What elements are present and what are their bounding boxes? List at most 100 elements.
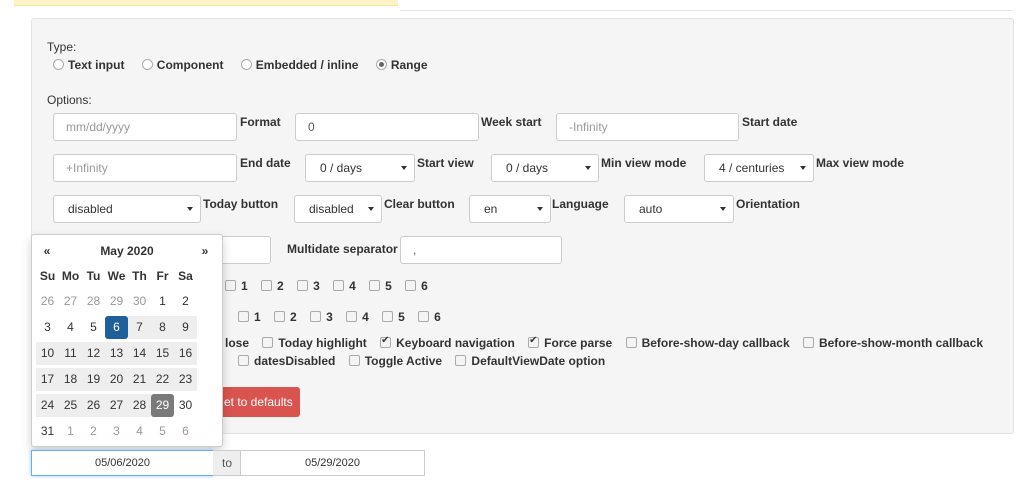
- dow-disabled-3[interactable]: 3: [297, 279, 320, 293]
- calendar-day[interactable]: 16: [174, 342, 197, 365]
- dow-disabled-2[interactable]: 2: [261, 279, 284, 293]
- checkbox-icon[interactable]: [262, 337, 274, 348]
- type-option-range[interactable]: Range: [375, 58, 428, 72]
- clear-button-select[interactable]: disabled: [294, 195, 382, 223]
- dow-highlighted-2[interactable]: 2: [274, 310, 297, 324]
- checkbox-icon[interactable]: [238, 355, 249, 366]
- calendar-day[interactable]: 6: [105, 316, 128, 339]
- calendar-day[interactable]: 27: [105, 394, 128, 417]
- checkbox-icon[interactable]: [418, 311, 430, 322]
- min-view-mode-select[interactable]: 0 / days: [491, 154, 599, 182]
- checkbox-icon[interactable]: [225, 280, 236, 291]
- calendar-day[interactable]: 26: [36, 290, 59, 313]
- force-parse-option[interactable]: Force parse: [528, 335, 612, 350]
- default-view-date-option[interactable]: DefaultViewDate option: [455, 354, 605, 368]
- datepicker-month-title[interactable]: May 2020: [72, 244, 182, 258]
- calendar-day[interactable]: 4: [59, 316, 82, 339]
- dow-highlighted-4[interactable]: 4: [346, 310, 369, 324]
- calendar-day[interactable]: 20: [105, 368, 128, 391]
- calendar-day[interactable]: 19: [82, 368, 105, 391]
- dow-highlighted-5[interactable]: 5: [382, 310, 405, 324]
- calendar-day[interactable]: 9: [174, 316, 197, 339]
- calendar-day[interactable]: 25: [59, 394, 82, 417]
- calendar-day[interactable]: 2: [82, 420, 105, 443]
- calendar-day[interactable]: 10: [36, 342, 59, 365]
- checkbox-icon[interactable]: [348, 355, 360, 366]
- toggle-active-option[interactable]: Toggle Active: [348, 354, 442, 368]
- prev-month-icon[interactable]: «: [36, 244, 58, 258]
- calendar-day[interactable]: 29: [151, 394, 174, 417]
- calendar-day[interactable]: 22: [151, 368, 174, 391]
- calendar-day[interactable]: 27: [59, 290, 82, 313]
- calendar-day[interactable]: 26: [82, 394, 105, 417]
- checkbox-icon[interactable]: [274, 311, 286, 322]
- today-button-select[interactable]: disabled: [53, 195, 201, 223]
- language-select[interactable]: en: [469, 195, 551, 223]
- radio-icon[interactable]: [240, 59, 252, 70]
- checkbox-icon[interactable]: [802, 337, 814, 348]
- calendar-day[interactable]: 28: [128, 394, 151, 417]
- checkbox-icon[interactable]: [238, 311, 249, 322]
- multidate-separator-input[interactable]: ,: [400, 236, 562, 264]
- range-start-input[interactable]: 05/06/2020: [31, 450, 214, 476]
- keyboard-navigation-option[interactable]: Keyboard navigation: [380, 335, 515, 350]
- calendar-day[interactable]: 5: [151, 420, 174, 443]
- calendar-day[interactable]: 8: [151, 316, 174, 339]
- calendar-day[interactable]: 28: [82, 290, 105, 313]
- before-show-month-option[interactable]: Before-show-month callback: [802, 336, 983, 350]
- dow-highlighted-3[interactable]: 3: [310, 310, 333, 324]
- calendar-day[interactable]: 13: [105, 342, 128, 365]
- calendar-day[interactable]: 31: [36, 420, 59, 443]
- format-input[interactable]: mm/dd/yyyy: [53, 113, 237, 141]
- checkbox-icon[interactable]: [405, 280, 417, 291]
- end-date-input[interactable]: +Infinity: [53, 154, 237, 182]
- calendar-day[interactable]: 15: [151, 342, 174, 365]
- orientation-select[interactable]: auto: [624, 195, 734, 223]
- calendar-day[interactable]: 3: [36, 316, 59, 339]
- calendar-day[interactable]: 30: [128, 290, 151, 313]
- checkbox-checked-icon[interactable]: [380, 335, 392, 348]
- today-highlight-option[interactable]: Today highlight: [262, 336, 367, 350]
- calendar-day[interactable]: 6: [174, 420, 197, 443]
- type-option-text-input[interactable]: Text input: [53, 58, 124, 72]
- type-option-component[interactable]: Component: [141, 58, 223, 72]
- checkbox-icon[interactable]: [455, 355, 467, 366]
- start-view-select[interactable]: 0 / days: [305, 154, 415, 182]
- start-date-input[interactable]: -Infinity: [556, 113, 739, 141]
- calendar-day[interactable]: 29: [105, 290, 128, 313]
- checkbox-icon[interactable]: [333, 280, 345, 291]
- calendar-day[interactable]: 1: [151, 290, 174, 313]
- dow-disabled-6[interactable]: 6: [405, 279, 428, 293]
- next-month-icon[interactable]: »: [194, 244, 216, 258]
- week-start-input[interactable]: 0: [295, 113, 479, 141]
- dow-disabled-4[interactable]: 4: [333, 279, 356, 293]
- calendar-day[interactable]: 12: [82, 342, 105, 365]
- calendar-day[interactable]: 14: [128, 342, 151, 365]
- calendar-day[interactable]: 3: [105, 420, 128, 443]
- dow-disabled-5[interactable]: 5: [369, 279, 392, 293]
- range-end-input[interactable]: 05/29/2020: [240, 450, 425, 476]
- checkbox-icon[interactable]: [297, 280, 309, 291]
- reset-to-defaults-button[interactable]: et to defaults: [218, 387, 300, 417]
- radio-icon[interactable]: [141, 59, 153, 70]
- checkbox-icon[interactable]: [625, 337, 637, 348]
- before-show-day-option[interactable]: Before-show-day callback: [625, 336, 790, 350]
- dow-disabled-1[interactable]: 1: [225, 279, 248, 293]
- dates-disabled-option[interactable]: datesDisabled: [238, 354, 335, 368]
- calendar-day[interactable]: 7: [128, 316, 151, 339]
- checkbox-icon[interactable]: [261, 280, 273, 291]
- checkbox-icon[interactable]: [346, 311, 358, 322]
- dow-highlighted-1[interactable]: 1: [238, 310, 261, 324]
- radio-icon[interactable]: [53, 59, 64, 70]
- calendar-day[interactable]: 30: [174, 394, 197, 417]
- type-option-embedded[interactable]: Embedded / inline: [240, 58, 358, 72]
- dow-highlighted-6[interactable]: 6: [418, 310, 441, 324]
- checkbox-checked-icon[interactable]: [528, 335, 540, 348]
- calendar-day[interactable]: 4: [128, 420, 151, 443]
- calendar-day[interactable]: 2: [174, 290, 197, 313]
- calendar-day[interactable]: 21: [128, 368, 151, 391]
- radio-icon[interactable]: [375, 59, 387, 70]
- max-view-mode-select[interactable]: 4 / centuries: [704, 154, 814, 182]
- calendar-day[interactable]: 1: [59, 420, 82, 443]
- calendar-day[interactable]: 17: [36, 368, 59, 391]
